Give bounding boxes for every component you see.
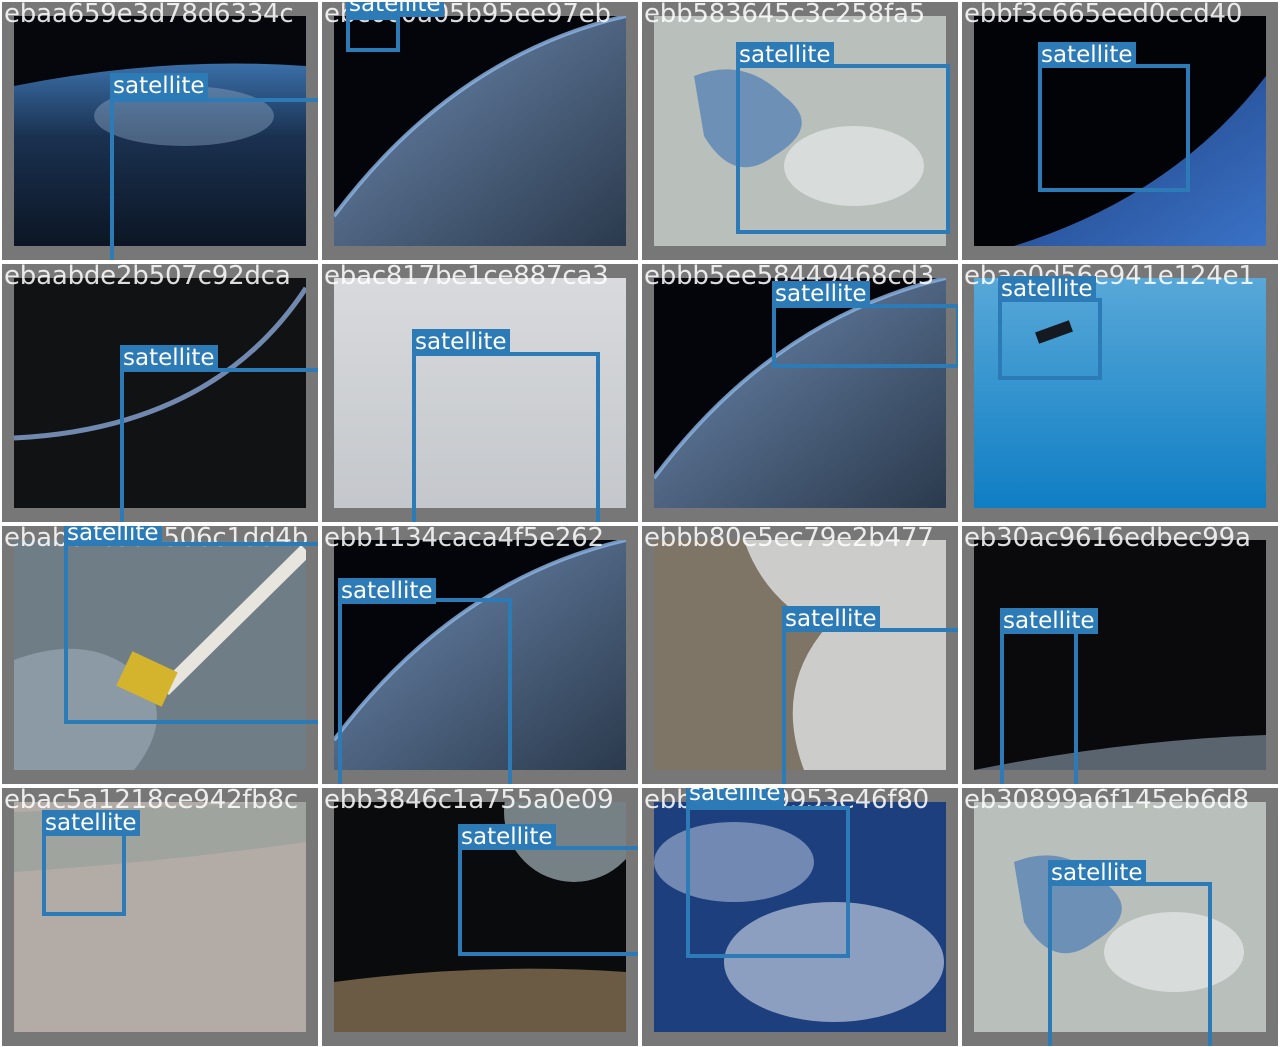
image-tile: eb30899a6f145eb6d8 satellite [962,788,1278,1046]
detection-box [42,832,126,916]
detection-box [686,806,850,958]
detection-grid: ebaa659e3d78d6334c satellite ebc0c0a05b9… [0,0,1280,1047]
tile-filename: ebb583645c3c258fa5 [644,2,926,29]
tile-filename: eb30899a6f145eb6d8 [964,788,1249,815]
detection-label: satellite [346,2,444,17]
tile-filename: ebbb80e5ec79e2b477 [644,526,934,553]
detection-label: satellite [686,788,784,806]
tile-filename: ebb1134caca4f5e262 [324,526,604,553]
detection-label: satellite [1038,42,1136,68]
detection-box [338,598,512,784]
image-tile: ebbb80e5ec79e2b477 satellite [642,526,958,784]
detection-box [998,298,1102,380]
image-tile: ebab62c5a1506c1dd4b satellite [2,526,318,784]
detection-label: satellite [412,329,510,355]
detection-label: satellite [772,281,870,307]
detection-label: satellite [998,276,1096,302]
detection-box [736,64,950,234]
detection-box [1048,882,1212,1046]
detection-box [782,628,958,784]
image-tile: eb30ac9616edbec99a satellite [962,526,1278,784]
image-tile: ebb583645c3c258fa5 satellite [642,2,958,260]
detection-label: satellite [1000,608,1098,634]
detection-label: satellite [120,345,218,371]
image-tile: ebbb5ee58449468cd3 satellite [642,264,958,522]
detection-box [1000,630,1078,784]
detection-box [772,304,958,368]
detection-box [412,352,600,522]
image-tile: ebbe0d099953e46f80 satellite [642,788,958,1046]
detection-box [1038,64,1190,192]
detection-label: satellite [1048,860,1146,886]
tile-filename: ebb3846c1a755a0e09 [324,788,614,815]
detection-label: satellite [458,824,556,850]
detection-label: satellite [42,810,140,836]
image-tile: ebbf3c665eed0ccd40 satellite [962,2,1278,260]
tile-filename: ebaabde2b507c92dca [4,264,291,291]
image-tile: ebac5a1218ce942fb8c satellite [2,788,318,1046]
tile-filename: ebaa659e3d78d6334c [4,2,294,29]
detection-box [64,542,318,724]
image-tile: ebae0d56e941e124e1 satellite [962,264,1278,522]
image-tile: ebb3846c1a755a0e09 satellite [322,788,638,1046]
image-tile: ebac817be1ce887ca3 satellite [322,264,638,522]
tile-filename: eb30ac9616edbec99a [964,526,1251,553]
image-tile: ebc0c0a05b95ee97eb satellite [322,2,638,260]
detection-label: satellite [782,606,880,632]
detection-label: satellite [736,42,834,68]
detection-label: satellite [110,73,208,99]
detection-box [120,368,318,522]
detection-box [110,98,318,260]
image-tile: ebb1134caca4f5e262 satellite [322,526,638,784]
detection-box [346,16,400,52]
detection-box [458,846,638,956]
image-tile: ebaa659e3d78d6334c satellite [2,2,318,260]
tile-filename: ebbf3c665eed0ccd40 [964,2,1243,29]
image-tile: ebaabde2b507c92dca satellite [2,264,318,522]
tile-filename: ebac817be1ce887ca3 [324,264,609,291]
detection-label: satellite [338,578,436,604]
detection-label: satellite [64,526,162,546]
